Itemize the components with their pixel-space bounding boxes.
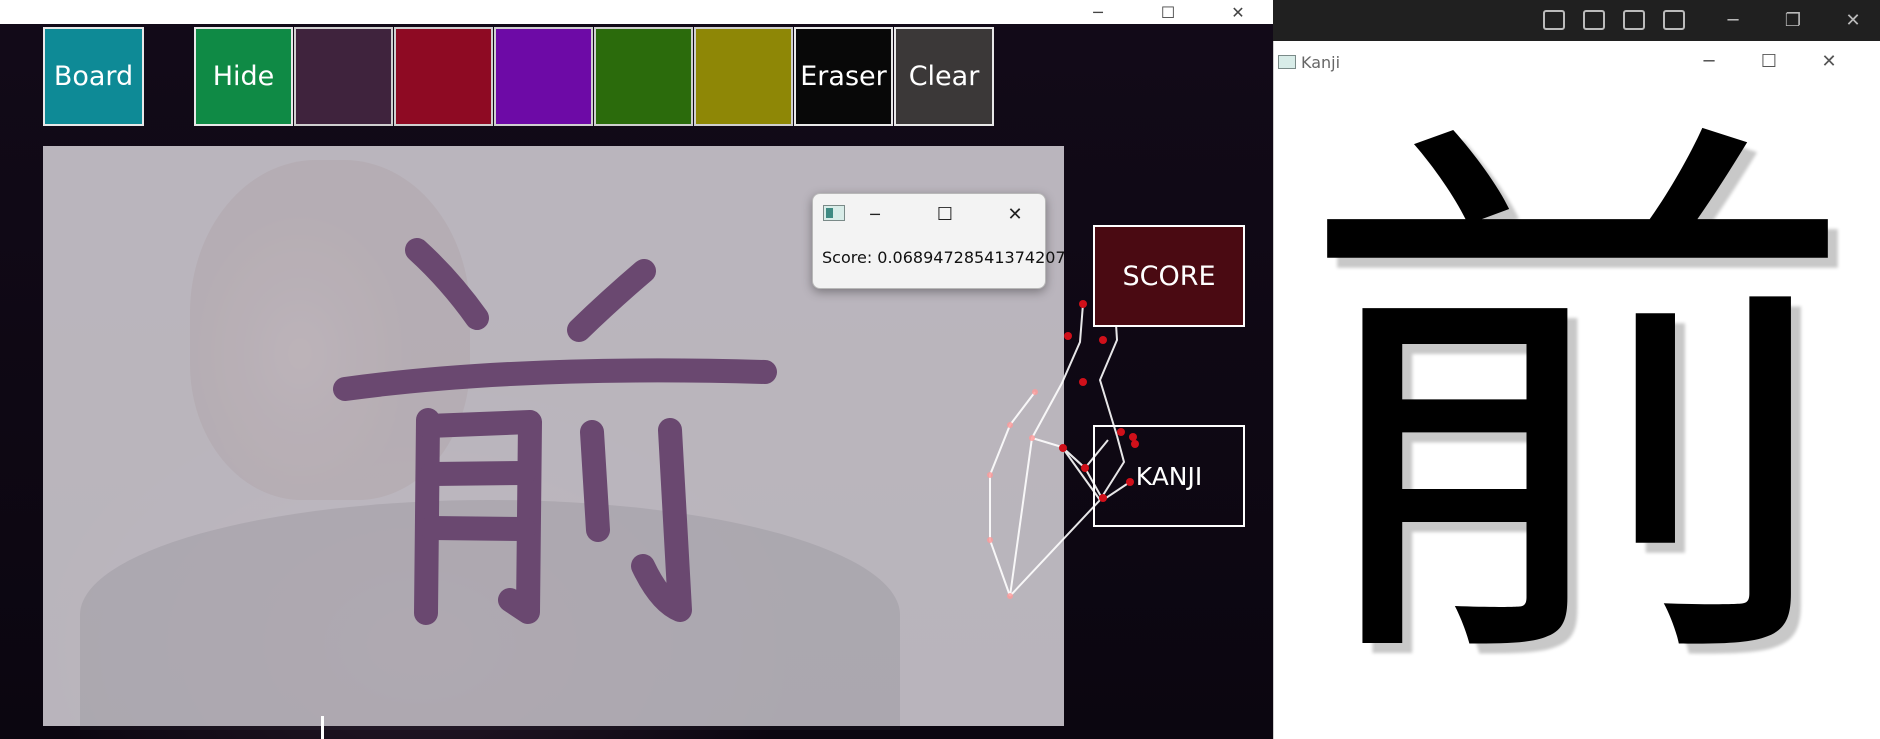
snap-layout-icon[interactable] [1663, 10, 1685, 30]
snap-layout-icon[interactable] [1623, 10, 1645, 30]
cursor-marker [321, 716, 324, 739]
app-icon [1278, 55, 1296, 69]
dialog-maximize-button[interactable]: ☐ [925, 196, 965, 232]
window-title: Kanji [1301, 53, 1341, 72]
minimize-icon: ─ [870, 204, 880, 224]
kanji-label: KANJI [1135, 461, 1203, 491]
ink-stroke [405, 238, 489, 330]
snap-layout-icon[interactable] [1583, 10, 1605, 30]
restore-icon: ❐ [1784, 9, 1802, 31]
snap-layout-icon[interactable] [1543, 10, 1565, 30]
ink-stroke [414, 408, 440, 625]
kanji-maximize-button[interactable]: ☐ [1739, 41, 1799, 81]
maximize-icon: ☐ [1760, 50, 1778, 72]
bg-minimize-button[interactable]: ─ [1703, 0, 1763, 40]
app-icon [823, 205, 845, 221]
kanji-window: Kanji ─ ☐ ✕ 前 [1273, 41, 1880, 739]
drawn-kanji-strokes [333, 238, 1139, 625]
ink-stroke [420, 461, 536, 486]
maximize-icon: ☐ [936, 203, 954, 225]
dialog-close-button[interactable]: ✕ [995, 196, 1035, 232]
close-icon: ✕ [1007, 203, 1023, 225]
bg-close-button[interactable]: ✕ [1823, 0, 1880, 40]
bg-restore-button[interactable]: ❐ [1763, 0, 1823, 40]
kanji-minimize-button[interactable]: ─ [1679, 41, 1739, 81]
drawing-app-window: ─ ☐ ✕ Board Hide Eraser Clear SCORE KANJ… [0, 0, 1273, 739]
minimize-icon: ─ [1727, 9, 1739, 31]
ink-stroke [567, 259, 656, 342]
score-value: Score: 0.06894728541374207 [822, 248, 1066, 267]
dialog-minimize-button[interactable]: ─ [855, 196, 895, 232]
score-label: SCORE [1122, 260, 1216, 292]
close-icon: ✕ [1845, 9, 1861, 31]
close-icon: ✕ [1821, 50, 1837, 72]
background-window-titlebar: ─ ❐ ✕ [1273, 0, 1880, 41]
kanji-character: 前 [1297, 82, 1858, 734]
ink-stroke [420, 516, 536, 541]
ink-stroke [580, 420, 610, 542]
score-button[interactable]: SCORE [1093, 225, 1245, 327]
ink-stroke [333, 358, 777, 401]
score-dialog: ─ ☐ ✕ Score: 0.06894728541374207 [812, 193, 1066, 289]
kanji-close-button[interactable]: ✕ [1799, 41, 1859, 81]
kanji-button[interactable]: KANJI [1093, 425, 1245, 527]
ink-stroke [631, 418, 692, 622]
minimize-icon: ─ [1703, 50, 1715, 72]
